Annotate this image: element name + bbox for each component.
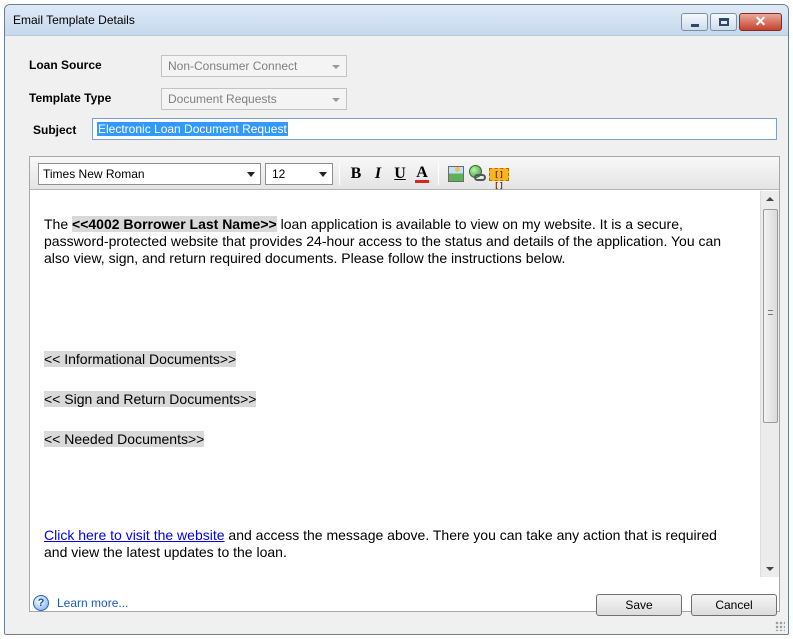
needed-documents-field: << Needed Documents>> (44, 431, 205, 447)
loan-source-select: Non-Consumer Connect (161, 55, 347, 77)
sign-return-documents-field-row: << Sign and Return Documents>> (44, 391, 257, 408)
chevron-down-icon (247, 172, 255, 177)
insert-link-button[interactable] (467, 164, 487, 184)
cancel-button[interactable]: Cancel (691, 594, 777, 616)
chevron-down-icon (332, 65, 340, 69)
loan-source-label: Loan Source (29, 58, 102, 72)
minimize-icon (691, 24, 699, 27)
template-type-select: Document Requests (161, 88, 347, 110)
toolbar-separator (438, 163, 439, 185)
insert-field-icon: [][] (489, 168, 509, 190)
borrower-last-name-field: <<4002 Borrower Last Name>> (72, 216, 277, 232)
resize-grip-icon[interactable] (775, 621, 785, 631)
font-family-select[interactable]: Times New Roman (38, 163, 261, 185)
html-editor: Times New Roman 12 B I U A [][] The <<40… (29, 156, 780, 612)
intro-prefix: The (44, 216, 73, 232)
italic-button[interactable]: I (368, 164, 388, 184)
maximize-button[interactable] (710, 13, 737, 31)
grip-icon (768, 310, 773, 315)
template-type-label: Template Type (29, 91, 112, 105)
scroll-up-arrow-icon[interactable] (766, 197, 774, 201)
maximize-icon (719, 18, 729, 26)
learn-more-link[interactable]: Learn more... (57, 596, 128, 610)
toolbar-separator (339, 163, 340, 185)
subject-label: Subject (33, 123, 77, 137)
font-size-value: 12 (272, 167, 286, 181)
font-color-label: A (416, 164, 428, 181)
informational-documents-field-row: << Informational Documents>> (44, 351, 237, 368)
chevron-down-icon (319, 172, 327, 177)
scroll-down-arrow-icon[interactable] (766, 567, 774, 571)
font-color-swatch (415, 180, 429, 183)
help-icon[interactable]: ? (33, 595, 49, 611)
bold-button[interactable]: B (346, 164, 366, 184)
sign-return-documents-field: << Sign and Return Documents>> (44, 391, 257, 407)
insert-image-button[interactable] (446, 164, 466, 184)
scrollbar-thumb[interactable] (763, 209, 778, 423)
save-button[interactable]: Save (596, 594, 682, 616)
chevron-down-icon (332, 98, 340, 102)
font-size-select[interactable]: 12 (265, 163, 333, 185)
image-sun-icon (455, 167, 460, 172)
closing-paragraph: Click here to visit the website and acce… (44, 527, 744, 561)
chain-link-icon (474, 174, 486, 181)
email-template-dialog: Email Template Details ✕ Loan Source Non… (4, 4, 789, 635)
vertical-scrollbar[interactable] (760, 191, 779, 577)
website-link[interactable]: Click here to visit the website (44, 527, 225, 543)
dialog-body: Loan Source Non-Consumer Connect Templat… (5, 35, 788, 634)
subject-input[interactable]: Electronic Loan Document Request (92, 118, 777, 140)
minimize-button[interactable] (681, 13, 708, 31)
window-title: Email Template Details (13, 13, 135, 27)
title-bar[interactable]: Email Template Details ✕ (5, 5, 788, 35)
intro-paragraph: The <<4002 Borrower Last Name>> loan app… (44, 216, 744, 267)
loan-source-value: Non-Consumer Connect (168, 59, 298, 73)
close-icon: ✕ (754, 13, 767, 29)
close-button[interactable]: ✕ (739, 13, 782, 31)
informational-documents-field: << Informational Documents>> (44, 351, 237, 367)
underline-button[interactable]: U (390, 164, 410, 184)
subject-value: Electronic Loan Document Request (97, 122, 288, 136)
editor-content[interactable]: The <<4002 Borrower Last Name>> loan app… (30, 191, 760, 581)
needed-documents-field-row: << Needed Documents>> (44, 431, 205, 448)
font-color-button[interactable]: A (412, 164, 432, 184)
template-type-value: Document Requests (168, 92, 277, 106)
font-family-value: Times New Roman (43, 167, 145, 181)
editor-toolbar: Times New Roman 12 B I U A [][] (30, 157, 779, 190)
insert-field-button[interactable]: [][] (488, 164, 509, 190)
